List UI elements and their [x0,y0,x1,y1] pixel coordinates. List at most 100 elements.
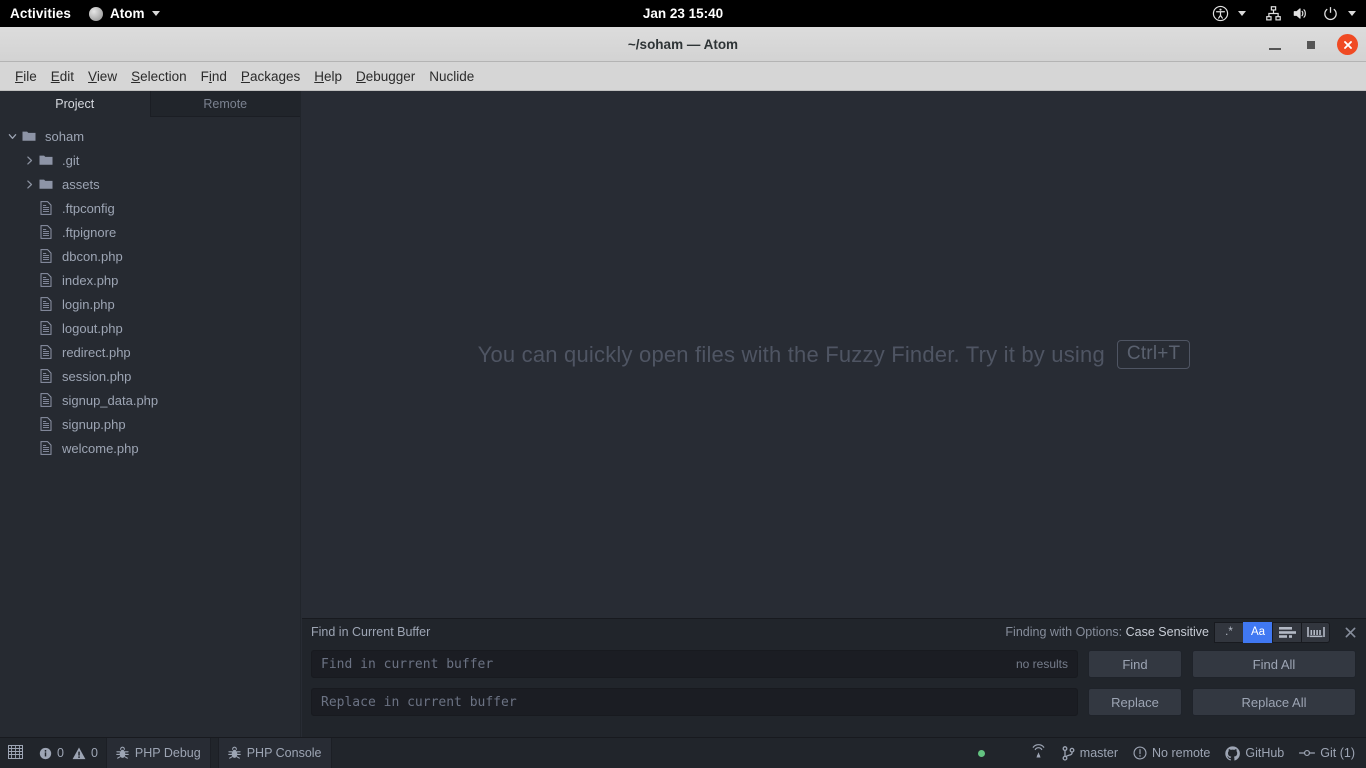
live-share-icon[interactable] [1030,743,1047,763]
menu-packages[interactable]: Packages [234,66,307,87]
menu-file[interactable]: File [8,66,44,87]
file-icon [36,273,56,287]
whole-word-icon [1306,627,1325,638]
tree-item-label: dbcon.php [62,248,123,264]
file-icon [36,441,56,455]
php-console-button[interactable]: PHP Console [217,737,332,768]
close-find-panel-button[interactable] [1342,624,1358,640]
regex-toggle[interactable]: .* [1214,621,1243,643]
git-remote-label: No remote [1152,746,1211,760]
fuzzy-finder-hint-text: You can quickly open files with the Fuzz… [477,341,1105,367]
chevron-right-icon [26,179,32,189]
file-icon [40,225,52,239]
bug-icon [116,746,129,759]
find-all-button[interactable]: Find All [1192,650,1356,678]
tree-file[interactable]: signup.php [0,412,300,436]
power-icon[interactable] [1322,5,1339,22]
activities-button[interactable]: Activities [0,6,83,21]
find-input[interactable]: Find in current buffer no results [311,650,1078,678]
accessibility-icon[interactable] [1212,5,1229,22]
minimize-button[interactable] [1265,35,1285,55]
tree-file[interactable]: .ftpconfig [0,196,300,220]
chevron-right-icon[interactable] [22,172,36,196]
tree-folder[interactable]: soham [0,124,300,148]
file-icon [40,417,52,431]
menu-debugger[interactable]: Debugger [349,66,422,87]
file-icon [40,297,52,311]
replace-all-button[interactable]: Replace All [1192,688,1356,716]
chevron-down-icon[interactable] [5,124,19,148]
close-button[interactable] [1337,34,1358,55]
maximize-button[interactable] [1301,35,1321,55]
case-sensitive-toggle[interactable]: Aa [1243,621,1272,643]
tree-file[interactable]: welcome.php [0,436,300,460]
chevron-down-icon [8,133,16,139]
power-chevron-down-icon[interactable] [1348,11,1356,16]
chevron-down-icon [151,11,160,16]
gnome-top-bar: Activities Atom Jan 23 15:40 [0,0,1366,27]
menu-nuclide[interactable]: Nuclide [422,66,481,87]
tree-file[interactable]: logout.php [0,316,300,340]
tree-item-label: .ftpconfig [62,200,115,216]
php-debug-button[interactable]: PHP Debug [105,737,211,768]
replace-input[interactable]: Replace in current buffer [311,688,1078,716]
menu-selection[interactable]: Selection [124,66,194,87]
tree-file[interactable]: signup_data.php [0,388,300,412]
git-branch[interactable]: master [1062,745,1118,761]
menu-edit[interactable]: Edit [44,66,81,87]
tree-item-label: index.php [62,272,119,288]
tree-file[interactable]: session.php [0,364,300,388]
find-options-label: Finding with Options: Case Sensitive [1005,625,1209,639]
atom-app-icon [89,6,104,21]
tree-file[interactable]: redirect.php [0,340,300,364]
tab-remote[interactable]: Remote [149,91,300,117]
accessibility-chevron-down-icon[interactable] [1238,11,1246,16]
menu-view[interactable]: View [81,66,124,87]
file-icon [40,249,52,263]
grid-view-icon[interactable] [0,744,31,762]
tab-project[interactable]: Project [0,91,150,117]
folder-icon [36,154,56,166]
file-icon [40,393,52,407]
tree-folder[interactable]: assets [0,172,300,196]
github-button[interactable]: GitHub [1225,745,1284,761]
php-console-label: PHP Console [246,746,322,760]
replace-button[interactable]: Replace [1088,688,1182,716]
status-bar-right: master No remote GitHub Git (1) [977,743,1366,763]
whole-word-toggle[interactable] [1301,621,1330,643]
tree-file[interactable]: login.php [0,292,300,316]
clock[interactable]: Jan 23 15:40 [0,6,1366,21]
error-count[interactable]: 0 [31,746,72,760]
fuzzy-finder-shortcut-key: Ctrl+T [1116,340,1191,369]
volume-icon[interactable] [1291,5,1309,22]
app-menu-button[interactable]: Atom [83,6,166,21]
selection-only-toggle[interactable] [1272,621,1301,643]
network-icon[interactable] [1265,5,1282,22]
file-icon [40,321,52,335]
tree-item-label: signup.php [62,416,126,432]
tree-file[interactable]: .ftpignore [0,220,300,244]
file-icon [36,297,56,311]
folder-icon [19,130,39,142]
git-remote-status[interactable]: No remote [1133,746,1210,760]
tree-file[interactable]: dbcon.php [0,244,300,268]
find-button[interactable]: Find [1088,650,1182,678]
warning-count[interactable]: 0 [72,746,106,760]
tree-file[interactable]: index.php [0,268,300,292]
editor-pane[interactable]: You can quickly open files with the Fuzz… [302,91,1366,618]
status-bar: 0 0 PHP Debug PHP Console master No remo… [0,737,1366,768]
git-changes-label: Git (1) [1320,746,1355,760]
git-changes-button[interactable]: Git (1) [1299,746,1355,760]
system-tray [1212,5,1366,22]
warning-count-label: 0 [90,746,98,760]
chevron-right-icon[interactable] [22,148,36,172]
php-debug-label: PHP Debug [134,746,201,760]
menu-find[interactable]: Find [194,66,234,87]
file-icon [36,345,56,359]
find-input-placeholder: Find in current buffer [321,656,494,672]
tree-folder[interactable]: .git [0,148,300,172]
tree-item-label: soham [45,128,85,144]
atom-workspace: Project Remote soham .git assets .ftpconfig… [0,91,1366,768]
menu-help[interactable]: Help [307,66,349,87]
tree-item-label: logout.php [62,320,123,336]
